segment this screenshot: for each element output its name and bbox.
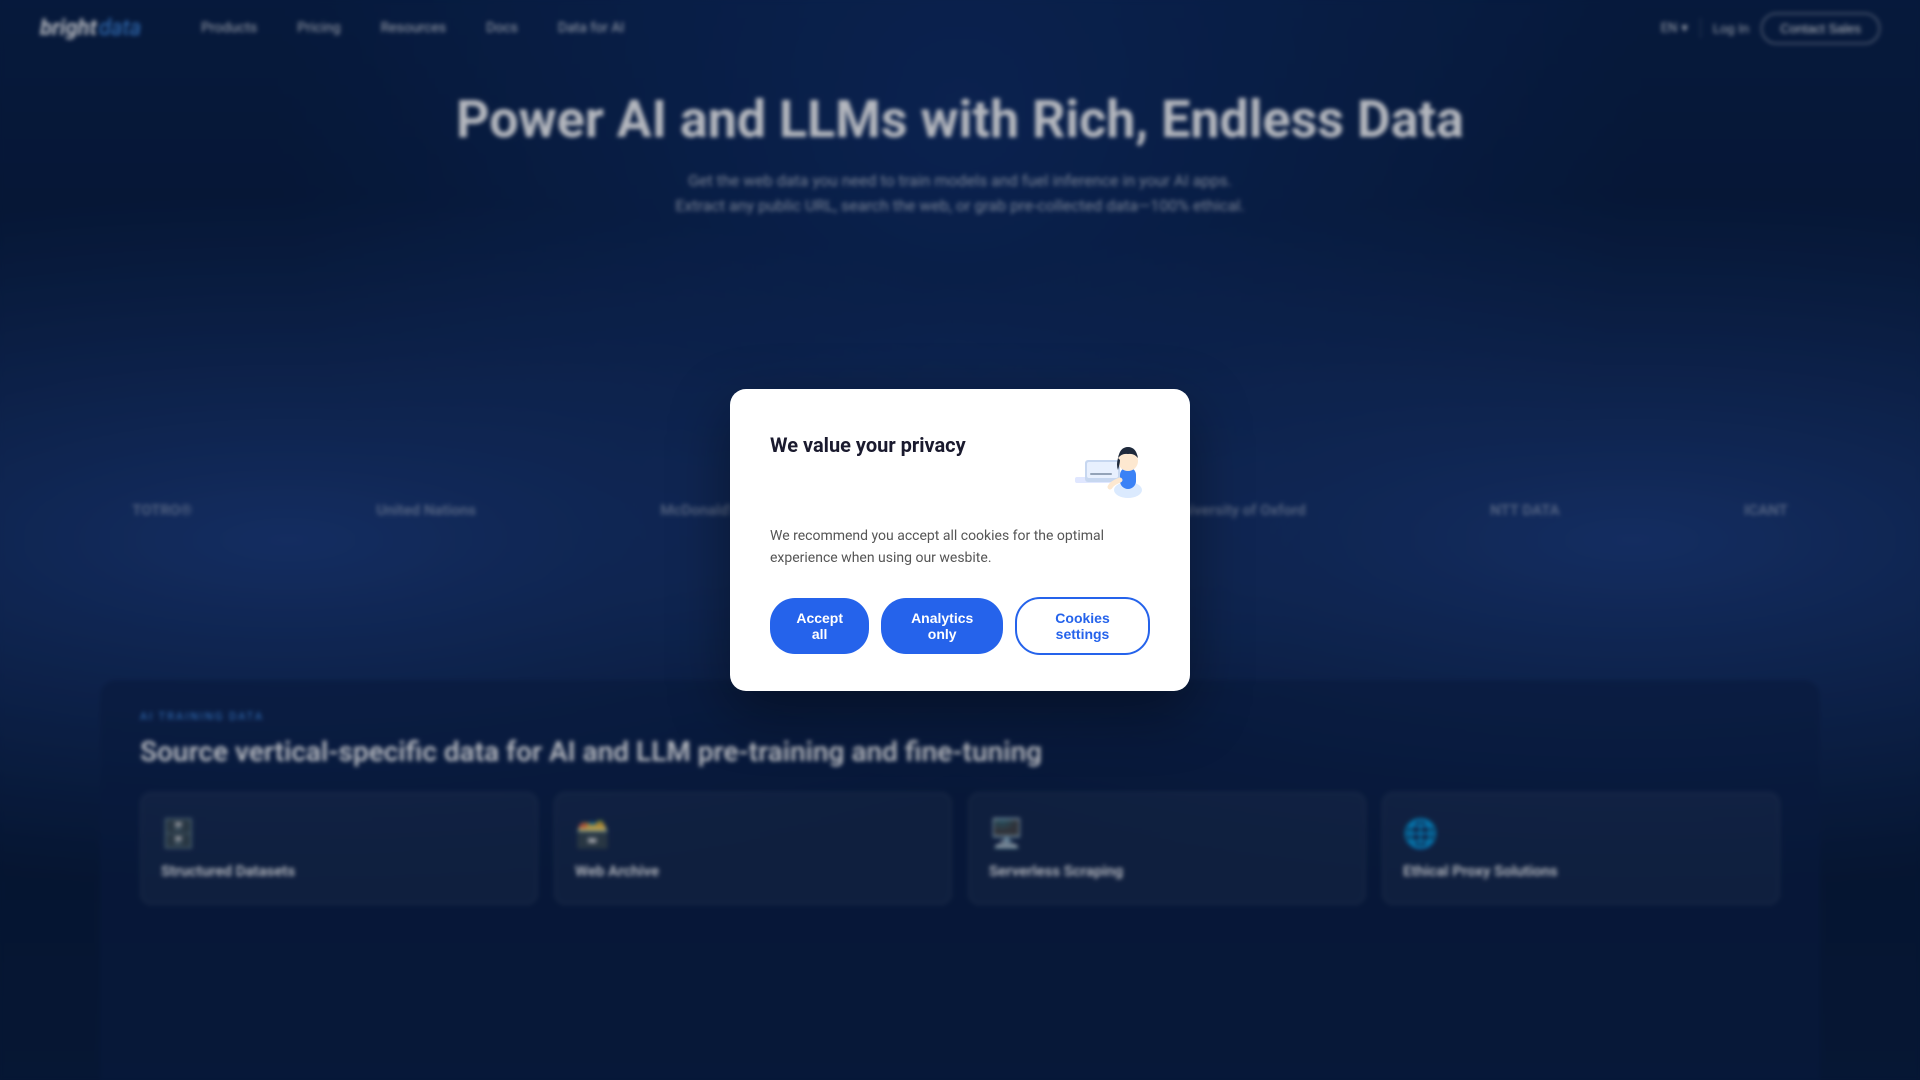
privacy-modal: We value your privacy We r — [730, 389, 1190, 692]
privacy-illustration — [1060, 425, 1150, 505]
cookies-settings-button[interactable]: Cookies settings — [1015, 597, 1150, 655]
accept-all-button[interactable]: Accept all — [770, 598, 869, 654]
modal-title: We value your privacy — [770, 425, 966, 457]
modal-actions: Accept all Analytics only Cookies settin… — [770, 597, 1150, 655]
modal-overlay: We value your privacy We r — [0, 0, 1920, 1080]
modal-header: We value your privacy — [770, 425, 1150, 505]
modal-body: We recommend you accept all cookies for … — [770, 525, 1150, 570]
analytics-only-button[interactable]: Analytics only — [881, 598, 1003, 654]
